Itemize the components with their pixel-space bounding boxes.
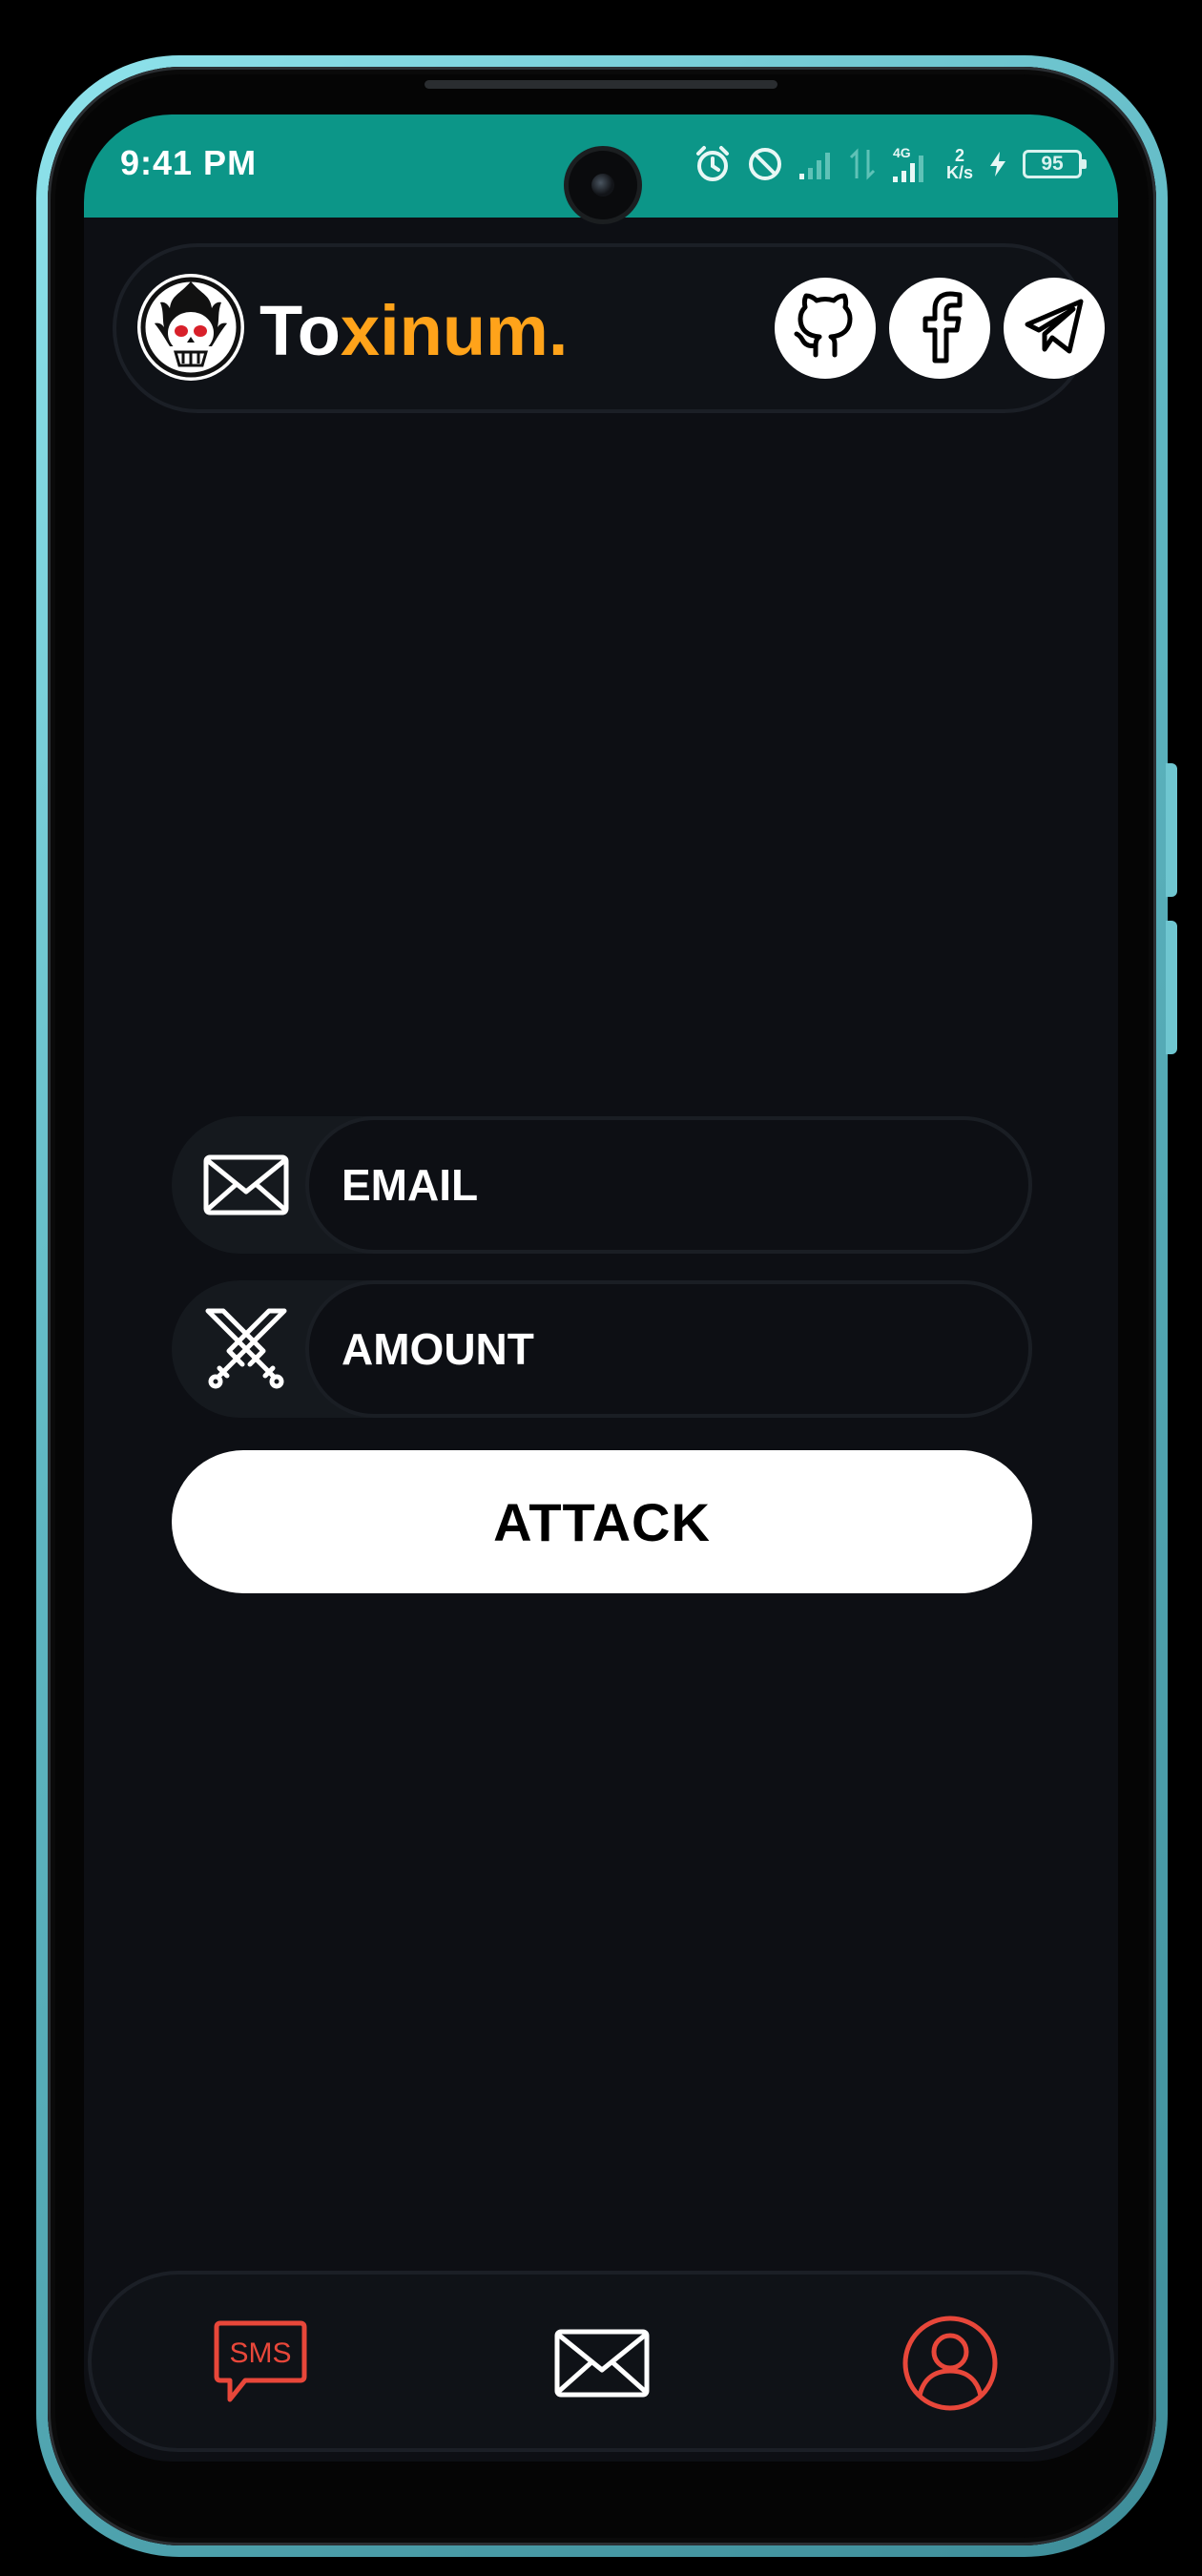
volume-up-key (1166, 763, 1177, 897)
nav-item-profile[interactable] (898, 2313, 1003, 2418)
signal-icon (798, 147, 836, 181)
amount-field-group (172, 1280, 1032, 1418)
amount-input[interactable] (340, 1284, 1007, 1414)
status-time: 9:41 PM (120, 143, 258, 182)
status-icons: 4G 2 K/s 95 (693, 135, 1087, 193)
network-speed-unit: K/s (945, 163, 973, 182)
charging-icon (986, 150, 1009, 178)
signal-4g-icon: 4G (889, 144, 933, 184)
nav-item-mail[interactable] (549, 2313, 654, 2418)
crossed-swords-icon (198, 1301, 294, 1397)
earpiece-speaker (425, 80, 777, 89)
email-field-group (172, 1116, 1032, 1254)
sms-icon-label: SMS (229, 2337, 291, 2369)
github-link-button[interactable] (775, 278, 876, 379)
amount-input-wrapper (305, 1280, 1032, 1418)
email-input[interactable] (340, 1120, 1007, 1250)
envelope-icon (198, 1137, 294, 1233)
telegram-link-button[interactable] (1004, 278, 1105, 379)
alarm-icon (693, 144, 733, 184)
do-not-disturb-icon (746, 145, 784, 183)
user-profile-icon (901, 2314, 1000, 2418)
facebook-icon (906, 288, 973, 369)
telegram-icon (1020, 292, 1088, 365)
network-type-label: 4G (893, 145, 911, 160)
github-icon (789, 290, 861, 367)
battery-icon: 95 (1023, 150, 1087, 178)
battery-level: 95 (1041, 153, 1064, 175)
facebook-link-button[interactable] (889, 278, 990, 379)
email-input-wrapper (305, 1116, 1032, 1254)
data-transfer-icon (849, 146, 876, 182)
envelope-icon (553, 2328, 651, 2403)
network-speed-value: 2 (954, 146, 964, 165)
app-header: Toxinum. (113, 243, 1105, 413)
sms-icon: SMS (213, 2317, 308, 2414)
app-title-part2: xinum. (340, 291, 569, 370)
app-screen: 9:41 PM 4G 2 K/s 95 Toxinum. EMAIL AMOUN… (84, 114, 1118, 2462)
skull-flame-logo (137, 274, 244, 381)
app-title: Toxinum. (259, 291, 568, 371)
attack-button[interactable]: ATTACK (172, 1450, 1032, 1593)
network-speed: 2 K/s (946, 147, 973, 181)
front-camera (569, 151, 637, 219)
volume-down-key (1166, 921, 1177, 1054)
bottom-navigation: SMS (88, 2271, 1114, 2452)
nav-item-sms[interactable]: SMS (208, 2313, 313, 2418)
app-title-part1: To (259, 291, 341, 370)
